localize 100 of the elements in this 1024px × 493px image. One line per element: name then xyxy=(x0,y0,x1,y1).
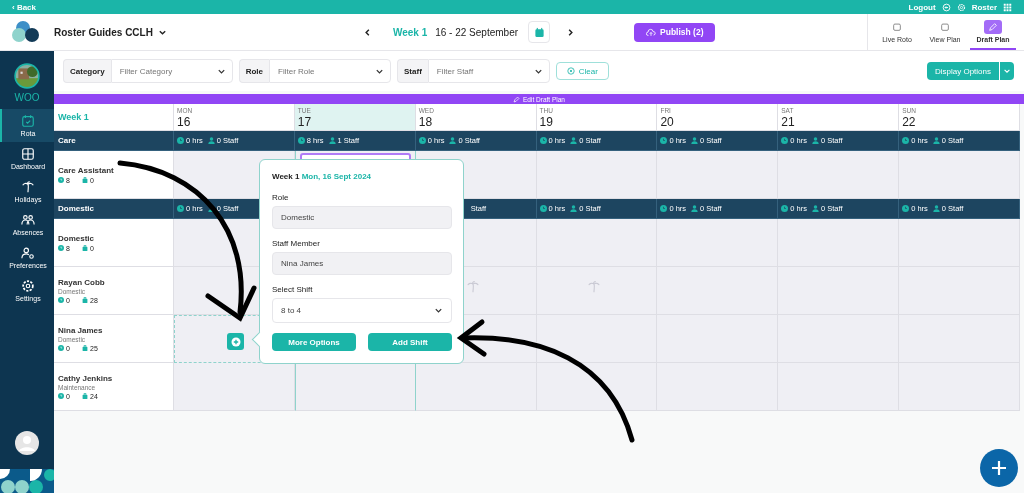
day-cell[interactable] xyxy=(899,151,1020,199)
day-cell[interactable] xyxy=(899,315,1020,363)
day-cell[interactable] xyxy=(536,219,658,267)
calendar-icon xyxy=(533,26,545,38)
organisation-name[interactable]: Roster Guides CCLH xyxy=(54,26,153,38)
day-cell[interactable] xyxy=(657,363,779,411)
clock-icon xyxy=(660,137,668,144)
calendar-button[interactable] xyxy=(528,21,551,43)
logout-icon[interactable] xyxy=(941,2,951,12)
clock-icon xyxy=(781,137,789,144)
field-label: Staff Member xyxy=(272,239,321,248)
pencil-icon xyxy=(988,21,998,32)
day-cell[interactable] xyxy=(899,219,1020,267)
plus-icon xyxy=(989,458,1009,478)
person-icon xyxy=(691,205,699,212)
clock-icon xyxy=(177,137,184,144)
field-label: Role xyxy=(272,193,290,202)
staff-member-field[interactable]: Nina James xyxy=(272,252,452,275)
logo-icon xyxy=(10,20,42,44)
day-cell[interactable] xyxy=(294,363,416,411)
field-label: Select Shift xyxy=(272,285,314,294)
staff-name: Domestic xyxy=(58,233,95,243)
day-cell[interactable] xyxy=(174,363,295,411)
clock-icon xyxy=(58,245,64,251)
clock-icon xyxy=(902,137,910,144)
day-cell[interactable] xyxy=(657,219,779,267)
person-icon xyxy=(328,137,336,144)
palm-tree-icon xyxy=(586,279,601,293)
clock-icon xyxy=(539,137,547,144)
day-cell[interactable] xyxy=(778,151,900,199)
staff-name: Nina James xyxy=(58,325,104,335)
chevron-right-icon xyxy=(566,27,576,37)
apps-grid-icon[interactable] xyxy=(1003,2,1012,12)
staff-name: Cathy Jenkins xyxy=(58,373,114,383)
site-name: WOO xyxy=(14,92,40,103)
clock-icon xyxy=(58,177,64,183)
bag-icon xyxy=(82,345,88,351)
add-shift-plus-button[interactable] xyxy=(227,333,244,350)
week-label: Week 1 xyxy=(392,26,428,38)
clock-icon xyxy=(902,205,910,212)
filter-label: Category xyxy=(63,59,111,83)
day-cell[interactable] xyxy=(657,151,779,199)
bag-icon xyxy=(82,245,88,251)
close-circle-icon xyxy=(566,67,575,75)
person-icon xyxy=(932,205,940,212)
upload-cloud-icon xyxy=(646,27,657,37)
person-icon xyxy=(570,137,578,144)
user-avatar-icon[interactable] xyxy=(15,431,39,455)
day-cell[interactable] xyxy=(536,315,658,363)
calendar-icon xyxy=(892,21,902,32)
palm-tree-icon xyxy=(21,180,35,194)
filter-label: Role xyxy=(238,59,270,83)
settings-icon[interactable] xyxy=(956,2,966,12)
person-icon xyxy=(811,205,819,212)
group-header: Domestic xyxy=(54,199,174,219)
settings-icon xyxy=(21,279,35,293)
filter-field[interactable]: Filter Role xyxy=(269,59,392,83)
publish-button[interactable]: Publish (2) xyxy=(634,22,716,42)
filter-field[interactable]: Filter Staff xyxy=(427,59,550,83)
person-icon xyxy=(570,205,578,212)
user-gear-icon xyxy=(21,246,35,260)
day-cell[interactable] xyxy=(778,219,900,267)
people-icon xyxy=(21,213,35,227)
filter-field[interactable]: Filter Category xyxy=(110,59,233,83)
shift-select[interactable]: 8 to 4 xyxy=(272,298,452,323)
bag-icon xyxy=(82,393,88,399)
plus-icon xyxy=(230,336,241,347)
clock-icon xyxy=(58,297,64,303)
week-label: Week 1 xyxy=(58,112,89,122)
day-cell[interactable] xyxy=(778,363,900,411)
calendar-icon xyxy=(940,21,950,32)
person-icon xyxy=(691,137,699,144)
day-cell[interactable] xyxy=(899,363,1020,411)
day-cell[interactable] xyxy=(536,267,658,315)
add-fab-button[interactable] xyxy=(980,449,1018,487)
display-options-caret[interactable] xyxy=(1000,62,1014,80)
chevron-down-icon xyxy=(434,306,443,315)
bag-icon xyxy=(82,297,88,303)
clock-icon xyxy=(297,137,305,144)
filter-label: Staff xyxy=(397,59,428,83)
person-icon xyxy=(207,137,215,144)
role-field[interactable]: Domestic xyxy=(272,206,452,229)
staff-name: Care Assistant xyxy=(58,165,115,175)
chevron-left-icon xyxy=(362,27,372,37)
bag-icon xyxy=(82,177,88,183)
day-cell[interactable] xyxy=(536,151,658,199)
person-icon xyxy=(932,137,940,144)
clock-icon xyxy=(781,205,789,212)
clock-icon xyxy=(58,345,64,351)
day-cell[interactable] xyxy=(536,363,658,411)
person-icon xyxy=(811,137,819,144)
palm-tree-icon xyxy=(465,279,480,293)
day-cell[interactable] xyxy=(415,363,537,411)
day-cell[interactable] xyxy=(899,267,1020,315)
clock-icon xyxy=(660,205,668,212)
popover-title: Week 1 Mon, 16 Sept 2024 xyxy=(272,172,373,181)
clock-icon xyxy=(177,205,184,212)
person-icon xyxy=(449,137,457,144)
staff-name: Rayan Cobb xyxy=(58,277,106,287)
clock-icon xyxy=(539,205,547,212)
